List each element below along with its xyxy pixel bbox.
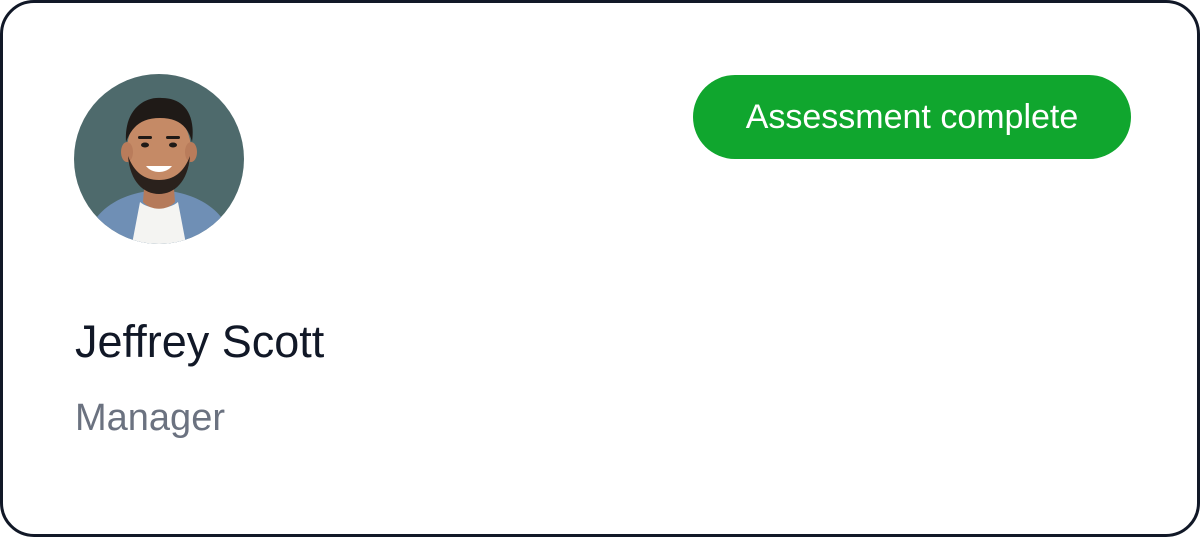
profile-card: Assessment complete Jeffrey Scott Manage… xyxy=(0,0,1200,537)
profile-name: Jeffrey Scott xyxy=(75,316,325,367)
profile-role: Manager xyxy=(75,397,225,439)
avatar xyxy=(74,74,244,244)
status-badge: Assessment complete xyxy=(693,75,1131,159)
avatar-image xyxy=(74,74,244,244)
